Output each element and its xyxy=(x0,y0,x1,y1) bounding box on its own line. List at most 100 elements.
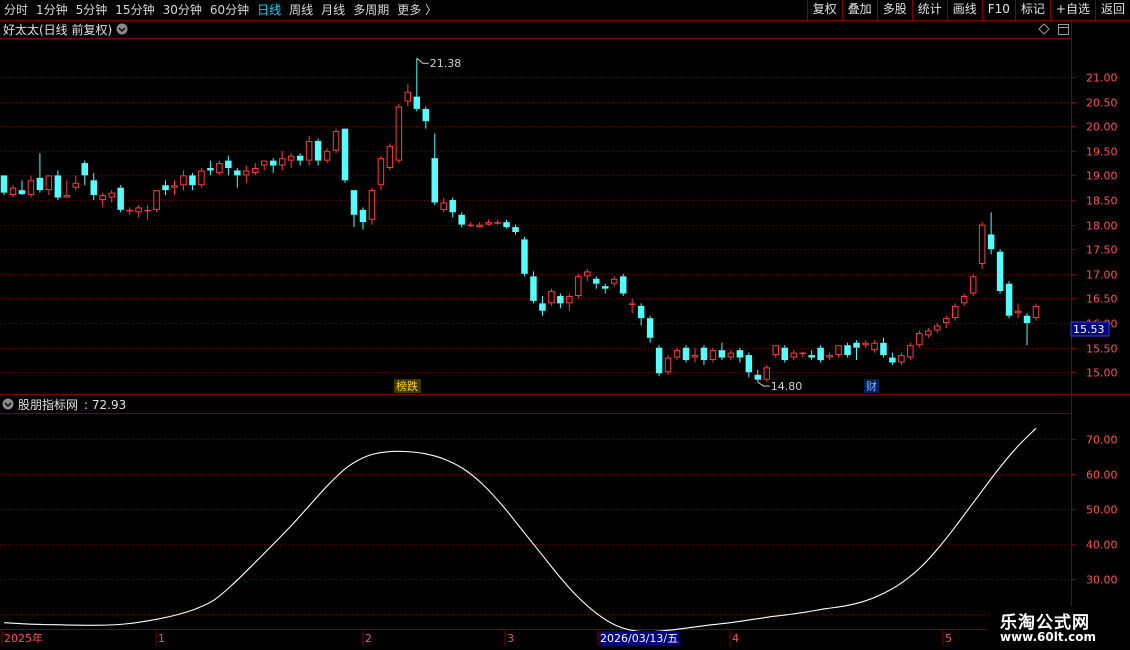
candle xyxy=(799,351,806,358)
candle xyxy=(960,293,968,306)
price-tick-label: 17.00 xyxy=(1086,269,1118,282)
candle xyxy=(314,138,322,166)
candle xyxy=(781,345,788,363)
candle xyxy=(566,293,573,311)
high-price-label: 21.38 xyxy=(430,57,462,70)
candle xyxy=(81,160,89,186)
chevron-down-icon[interactable] xyxy=(2,398,14,410)
candle xyxy=(745,352,753,378)
candle xyxy=(584,268,591,282)
price-tick-label: 18.50 xyxy=(1086,195,1118,208)
candle xyxy=(548,288,555,306)
candle xyxy=(431,133,438,205)
price-tick-label: 18.00 xyxy=(1086,220,1118,233)
candle xyxy=(951,303,959,321)
indicator-tick-label: 50.00 xyxy=(1086,504,1118,517)
price-tick-label: 21.00 xyxy=(1086,72,1118,85)
candle xyxy=(108,190,115,203)
badge-bang-die[interactable]: 榜跌 xyxy=(394,379,421,393)
badge-cai[interactable]: 财 xyxy=(864,379,879,393)
price-tick-label: 19.50 xyxy=(1086,146,1118,159)
candle xyxy=(1023,313,1031,346)
candle xyxy=(826,352,833,360)
candle xyxy=(655,345,663,377)
candle xyxy=(278,150,286,171)
candle xyxy=(144,204,151,220)
candle xyxy=(880,337,887,358)
stock-chart: 好太太(日线 前复权) 15.0015.5016.0016.5017.0017.… xyxy=(0,20,1130,646)
candle xyxy=(494,219,501,225)
price-tick-label: 15.50 xyxy=(1086,343,1118,356)
candle xyxy=(673,347,681,360)
indicator-tick-label: 70.00 xyxy=(1086,434,1118,447)
candle xyxy=(925,328,932,338)
indicator-value: : 72.93 xyxy=(84,398,126,412)
candle xyxy=(521,236,528,277)
candle xyxy=(835,345,842,358)
candle xyxy=(198,168,205,188)
candle xyxy=(907,342,914,360)
current-price-text: 15.53 xyxy=(1073,323,1105,336)
candle xyxy=(969,273,977,296)
date-label: 3 xyxy=(507,632,514,645)
candle xyxy=(862,340,869,348)
candle xyxy=(260,160,268,171)
price-tick-label: 17.50 xyxy=(1086,244,1118,257)
price-tick-label: 16.50 xyxy=(1086,293,1118,306)
candle xyxy=(476,222,483,228)
diamond-icon[interactable] xyxy=(1038,23,1050,35)
candle xyxy=(996,249,1004,294)
candle xyxy=(171,180,178,196)
candle xyxy=(216,160,223,176)
candle xyxy=(557,293,564,309)
candle xyxy=(817,345,824,363)
candle xyxy=(844,342,851,358)
candle xyxy=(440,197,447,213)
date-label: 1 xyxy=(158,632,165,645)
candle xyxy=(243,165,250,183)
candle xyxy=(287,153,295,168)
candle xyxy=(628,298,636,314)
date-label: 5 xyxy=(945,632,952,645)
candle xyxy=(332,128,340,154)
candle xyxy=(619,273,627,296)
candle xyxy=(341,128,349,183)
high-pointer xyxy=(416,57,429,64)
indicator-line xyxy=(3,427,1037,633)
candle xyxy=(736,347,744,363)
price-tick-label: 19.00 xyxy=(1086,170,1118,183)
candle xyxy=(386,143,394,171)
candle xyxy=(467,222,474,228)
candle xyxy=(413,58,421,112)
candle xyxy=(323,148,331,164)
badge-cai-text: 财 xyxy=(866,379,877,393)
candle xyxy=(377,155,385,191)
date-label: 2025年 xyxy=(4,631,43,645)
date-label: 2 xyxy=(365,632,372,645)
window-icon[interactable] xyxy=(1058,24,1069,35)
site-watermark: 乐淘公式网 www.60lt.com xyxy=(986,606,1130,650)
candle xyxy=(763,364,771,383)
candle xyxy=(943,315,950,328)
indicator-axis: 20.0030.0040.0050.0060.0070.00 xyxy=(1071,434,1118,622)
chevron-down-icon[interactable] xyxy=(116,23,128,35)
candle xyxy=(637,303,645,326)
candle xyxy=(350,190,358,228)
candlestick-series xyxy=(0,58,1040,383)
candle xyxy=(916,330,923,348)
candle xyxy=(359,207,367,230)
candle xyxy=(790,350,797,360)
candle xyxy=(90,172,97,200)
candle xyxy=(395,104,403,164)
date-label: 2026/03/13/五 xyxy=(600,632,678,645)
candle xyxy=(234,168,241,188)
candle xyxy=(99,192,106,208)
low-pointer xyxy=(757,381,770,387)
candle xyxy=(853,340,860,360)
candle xyxy=(135,204,142,218)
candle xyxy=(646,315,654,343)
candle xyxy=(700,345,708,365)
candle xyxy=(54,170,62,200)
date-axis: 2025年 1 2 3 2026/03/13/五 4 5 xyxy=(1,630,952,646)
candle xyxy=(772,345,780,358)
